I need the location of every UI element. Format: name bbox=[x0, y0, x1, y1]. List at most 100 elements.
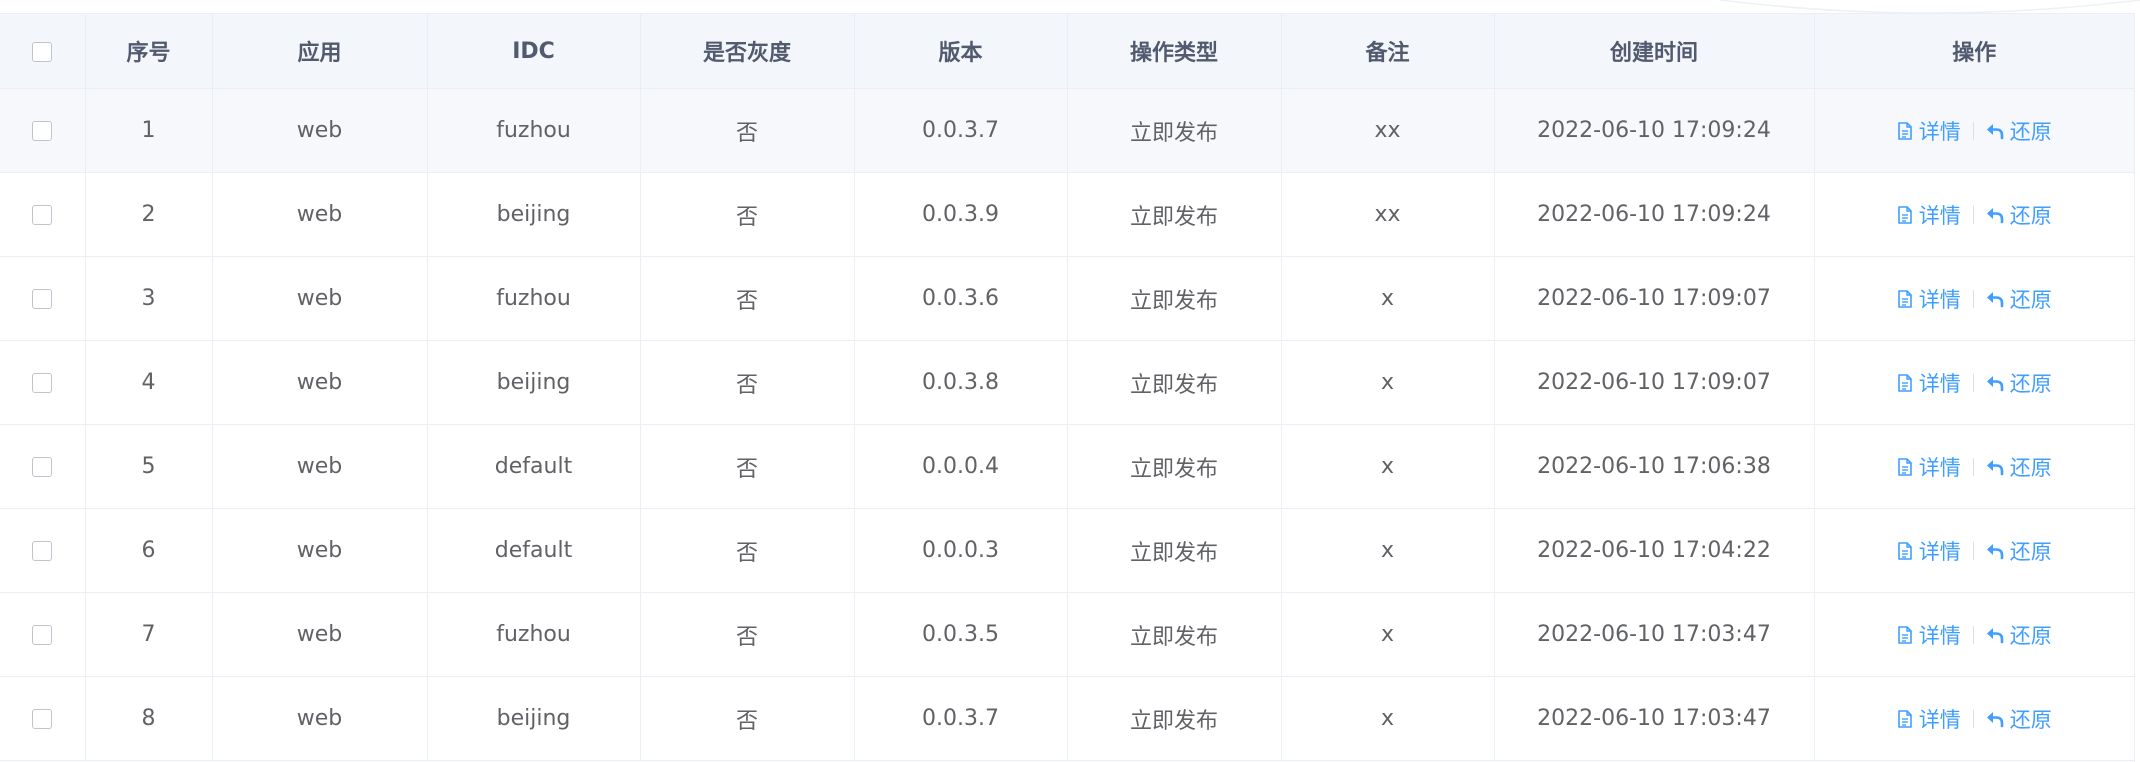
detail-button[interactable]: 详情 bbox=[1897, 536, 1961, 566]
cell-index: 4 bbox=[85, 340, 213, 425]
cell-idc: beijing bbox=[427, 676, 641, 761]
row-checkbox[interactable] bbox=[32, 121, 53, 141]
row-checkbox[interactable] bbox=[32, 541, 53, 561]
column-header-idc[interactable]: IDC bbox=[427, 14, 641, 89]
cell-version: 0.0.3.7 bbox=[854, 676, 1068, 761]
table-row[interactable]: 4 web beijing 否 0.0.3.8 立即发布 x 2022-06-1… bbox=[0, 340, 2134, 425]
restore-button[interactable]: 还原 bbox=[1986, 620, 2052, 650]
select-all-cell[interactable] bbox=[0, 14, 86, 89]
row-checkbox[interactable] bbox=[32, 205, 53, 225]
cell-op-type: 立即发布 bbox=[1067, 592, 1282, 677]
row-select-cell[interactable] bbox=[0, 508, 86, 593]
detail-button[interactable]: 详情 bbox=[1897, 620, 1961, 650]
column-header-index[interactable]: 序号 bbox=[85, 14, 213, 89]
cell-index: 7 bbox=[85, 592, 213, 677]
detail-button[interactable]: 详情 bbox=[1897, 704, 1961, 734]
row-select-cell[interactable] bbox=[0, 256, 86, 341]
restore-label: 还原 bbox=[2009, 623, 2052, 648]
restore-button[interactable]: 还原 bbox=[1986, 704, 2052, 734]
row-select-cell[interactable] bbox=[0, 340, 86, 425]
cell-idc: default bbox=[427, 508, 641, 593]
cell-index: 3 bbox=[85, 256, 213, 341]
cell-remark: xx bbox=[1281, 88, 1495, 173]
table-row[interactable]: 1 web fuzhou 否 0.0.3.7 立即发布 xx 2022-06-1… bbox=[0, 88, 2134, 173]
action-divider bbox=[1972, 121, 1974, 140]
cell-op-type: 立即发布 bbox=[1067, 676, 1282, 761]
detail-button[interactable]: 详情 bbox=[1897, 200, 1961, 230]
row-checkbox[interactable] bbox=[32, 457, 53, 477]
cell-op-type: 立即发布 bbox=[1067, 172, 1282, 257]
column-header-gray[interactable]: 是否灰度 bbox=[640, 14, 855, 89]
document-icon bbox=[1897, 625, 1912, 644]
table-row[interactable]: 5 web default 否 0.0.0.4 立即发布 x 2022-06-1… bbox=[0, 424, 2134, 509]
cell-version: 0.0.3.6 bbox=[854, 256, 1068, 341]
column-header-created[interactable]: 创建时间 bbox=[1494, 14, 1815, 89]
detail-label: 详情 bbox=[1918, 707, 1961, 732]
row-checkbox[interactable] bbox=[32, 373, 53, 393]
cell-gray: 否 bbox=[640, 508, 855, 593]
row-select-cell[interactable] bbox=[0, 424, 86, 509]
cell-remark: x bbox=[1281, 676, 1495, 761]
column-header-actions: 操作 bbox=[1814, 14, 2134, 89]
cell-idc: beijing bbox=[427, 172, 641, 257]
select-all-checkbox[interactable] bbox=[32, 41, 53, 62]
column-header-version[interactable]: 版本 bbox=[854, 14, 1068, 89]
restore-button[interactable]: 还原 bbox=[1986, 284, 2052, 314]
cell-idc: default bbox=[427, 424, 641, 509]
row-checkbox[interactable] bbox=[32, 709, 53, 729]
column-header-app[interactable]: 应用 bbox=[212, 14, 428, 89]
cell-remark: x bbox=[1281, 592, 1495, 677]
detail-label: 详情 bbox=[1918, 203, 1961, 228]
detail-button[interactable]: 详情 bbox=[1897, 116, 1961, 146]
detail-button[interactable]: 详情 bbox=[1897, 284, 1961, 314]
background-decoration bbox=[1720, 0, 2140, 13]
restore-button[interactable]: 还原 bbox=[1986, 116, 2052, 146]
restore-button[interactable]: 还原 bbox=[1986, 200, 2052, 230]
cell-index: 5 bbox=[85, 424, 213, 509]
cell-version: 0.0.3.5 bbox=[854, 592, 1068, 677]
cell-op-type: 立即发布 bbox=[1067, 424, 1282, 509]
column-header-op-type[interactable]: 操作类型 bbox=[1067, 14, 1282, 89]
restore-button[interactable]: 还原 bbox=[1986, 536, 2052, 566]
undo-arrow-icon bbox=[1986, 123, 2004, 139]
column-header-remark[interactable]: 备注 bbox=[1281, 14, 1495, 89]
restore-button[interactable]: 还原 bbox=[1986, 368, 2052, 398]
cell-gray: 否 bbox=[640, 256, 855, 341]
detail-button[interactable]: 详情 bbox=[1897, 368, 1961, 398]
action-divider bbox=[1972, 289, 1974, 308]
release-history-table: 序号 应用 IDC 是否灰度 版本 操作类型 备注 创建时间 操作 1 web … bbox=[0, 13, 2135, 762]
table-row[interactable]: 2 web beijing 否 0.0.3.9 立即发布 xx 2022-06-… bbox=[0, 172, 2134, 257]
cell-actions: 详情 还原 bbox=[1814, 256, 2134, 341]
restore-label: 还原 bbox=[2009, 455, 2052, 480]
undo-arrow-icon bbox=[1986, 459, 2004, 475]
table-row[interactable]: 6 web default 否 0.0.0.3 立即发布 x 2022-06-1… bbox=[0, 508, 2134, 593]
cell-index: 6 bbox=[85, 508, 213, 593]
row-select-cell[interactable] bbox=[0, 172, 86, 257]
table-row[interactable]: 8 web beijing 否 0.0.3.7 立即发布 x 2022-06-1… bbox=[0, 676, 2134, 761]
row-select-cell[interactable] bbox=[0, 88, 86, 173]
cell-created: 2022-06-10 17:04:22 bbox=[1494, 508, 1815, 593]
cell-actions: 详情 还原 bbox=[1814, 676, 2134, 761]
document-icon bbox=[1897, 541, 1912, 560]
restore-label: 还原 bbox=[2009, 707, 2052, 732]
cell-op-type: 立即发布 bbox=[1067, 508, 1282, 593]
cell-idc: fuzhou bbox=[427, 592, 641, 677]
action-divider bbox=[1972, 541, 1974, 560]
cell-app: web bbox=[212, 256, 428, 341]
row-select-cell[interactable] bbox=[0, 592, 86, 677]
action-divider bbox=[1972, 373, 1974, 392]
detail-button[interactable]: 详情 bbox=[1897, 452, 1961, 482]
cell-version: 0.0.0.4 bbox=[854, 424, 1068, 509]
row-select-cell[interactable] bbox=[0, 676, 86, 761]
restore-button[interactable]: 还原 bbox=[1986, 452, 2052, 482]
row-checkbox[interactable] bbox=[32, 289, 53, 309]
table-row[interactable]: 3 web fuzhou 否 0.0.3.6 立即发布 x 2022-06-10… bbox=[0, 256, 2134, 341]
row-checkbox[interactable] bbox=[32, 625, 53, 645]
cell-app: web bbox=[212, 340, 428, 425]
cell-app: web bbox=[212, 172, 428, 257]
table-row[interactable]: 7 web fuzhou 否 0.0.3.5 立即发布 x 2022-06-10… bbox=[0, 592, 2134, 677]
cell-idc: fuzhou bbox=[427, 88, 641, 173]
undo-arrow-icon bbox=[1986, 207, 2004, 223]
cell-idc: beijing bbox=[427, 340, 641, 425]
cell-created: 2022-06-10 17:06:38 bbox=[1494, 424, 1815, 509]
